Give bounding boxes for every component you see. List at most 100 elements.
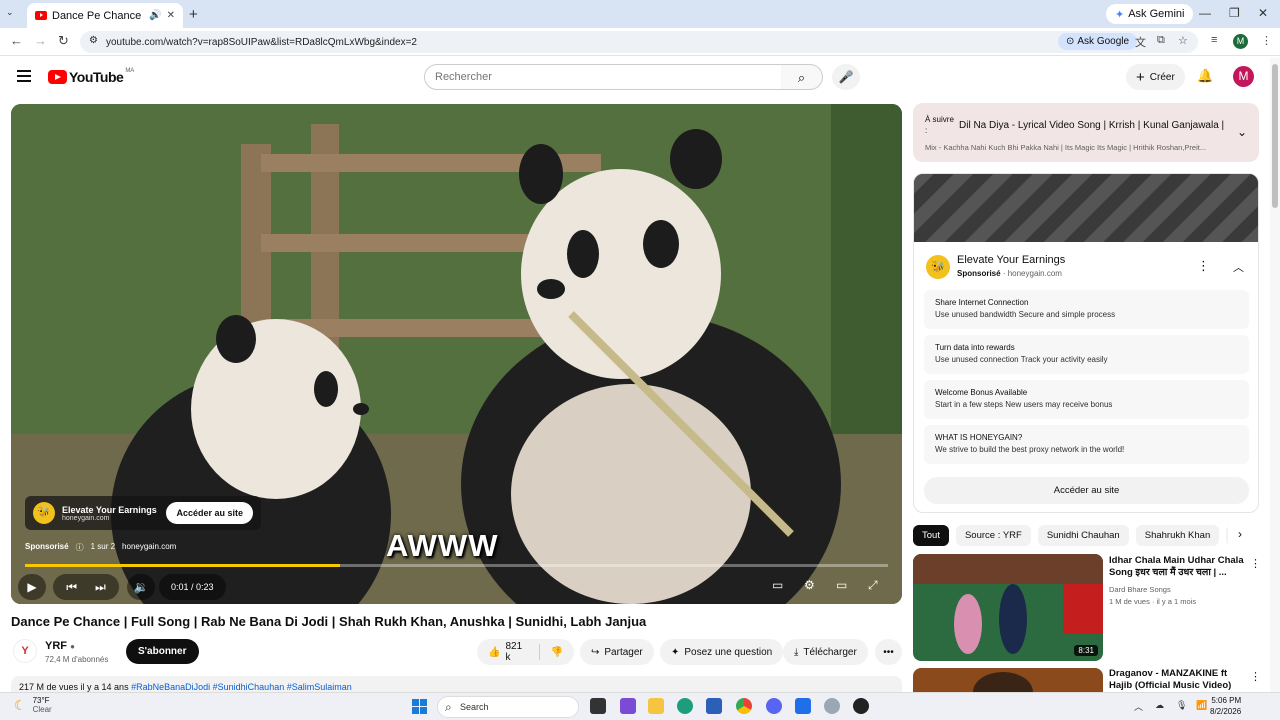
settings-app-icon[interactable] xyxy=(824,698,840,714)
ad-panel-more-icon[interactable]: ⋮ xyxy=(1197,258,1210,274)
page-scrollbar-thumb[interactable] xyxy=(1272,64,1278,208)
like-icon[interactable]: 👍 xyxy=(488,647,500,658)
ad-panel-collapse-icon[interactable]: ︿ xyxy=(1233,259,1244,275)
reload-icon[interactable]: ↻ xyxy=(58,33,69,49)
install-app-icon[interactable]: ⧉ xyxy=(1157,34,1165,47)
tab-close-icon[interactable]: ✕ xyxy=(167,10,175,21)
tray-overflow-icon[interactable]: ︿ xyxy=(1134,700,1143,713)
share-button[interactable]: ↪ Partager xyxy=(580,639,654,665)
description-box[interactable]: 217 M de vues il y a 14 ans #RabNeBanaDi… xyxy=(11,676,902,692)
tab-audio-icon[interactable]: 🔊 xyxy=(149,10,161,21)
create-button[interactable]: + Créer xyxy=(1126,64,1185,90)
browser-profile-avatar[interactable]: M xyxy=(1233,34,1248,49)
clock-time: 5:06 PM xyxy=(1211,696,1242,705)
search-input[interactable]: Rechercher xyxy=(424,64,782,90)
task-view-icon[interactable] xyxy=(590,698,606,714)
more-actions-button[interactable]: ••• xyxy=(875,639,902,665)
ask-google-button[interactable]: ⊙ Ask Google xyxy=(1058,33,1138,50)
chip-shahrukh[interactable]: Shahrukh Khan xyxy=(1135,525,1220,546)
ad-banner-image[interactable] xyxy=(914,174,1258,242)
chips-next-icon[interactable]: › xyxy=(1238,527,1242,541)
description-tags[interactable]: #RabNeBanaDiJodi #SunidhiChauhan #SalimS… xyxy=(131,682,352,692)
ad-feature-item[interactable]: Welcome Bonus Available Start in a few s… xyxy=(924,380,1249,419)
ad-visit-site-button[interactable]: Accéder au site xyxy=(166,502,253,524)
new-tab-icon[interactable]: + xyxy=(189,6,198,23)
subtitles-icon[interactable]: ▭ xyxy=(772,578,783,592)
tab-search-icon[interactable]: ⌄ xyxy=(6,7,14,18)
dislike-icon[interactable]: 👎 xyxy=(551,647,563,658)
bookmark-star-icon[interactable]: ☆ xyxy=(1178,34,1188,47)
notifications-bell-icon[interactable]: 🔔 xyxy=(1197,68,1213,84)
youtube-logo[interactable]: YouTube MA xyxy=(48,68,134,85)
subscriber-count: 72,4 M d'abonnés xyxy=(45,655,109,664)
restore-icon[interactable]: ❐ xyxy=(1229,6,1240,20)
discord-app-icon[interactable] xyxy=(766,698,782,714)
file-explorer-icon[interactable] xyxy=(648,698,664,714)
recommendation-more-icon[interactable]: ⋮ xyxy=(1250,557,1261,570)
next-icon[interactable]: ⏭ xyxy=(95,580,106,595)
store-app-icon[interactable] xyxy=(706,698,722,714)
video-player[interactable]: 🐝 Elevate Your Earnings honeygain.com Ac… xyxy=(11,104,902,604)
ad-overlay-card[interactable]: 🐝 Elevate Your Earnings honeygain.com Ac… xyxy=(25,496,261,530)
recommendation-thumbnail[interactable]: 8:31 xyxy=(913,554,1103,661)
taskbar-search[interactable]: Search xyxy=(437,696,579,718)
recommendation-channel[interactable]: Dard Bhare Songs xyxy=(1109,585,1171,594)
reading-list-icon[interactable]: ≡ xyxy=(1211,34,1217,46)
recommendation-more-icon[interactable]: ⋮ xyxy=(1250,670,1261,683)
honeygain-panel-logo-icon: 🐝 xyxy=(926,255,950,279)
microphone-tray-icon[interactable]: 🎙 xyxy=(1176,700,1187,711)
fullscreen-icon[interactable]: ⤢ xyxy=(868,578,878,593)
weather-widget[interactable]: ☾ 73°F Clear xyxy=(14,696,52,714)
ask-gemini-button[interactable]: ✦ Ask Gemini xyxy=(1106,4,1194,24)
theater-mode-icon[interactable]: ▭ xyxy=(836,578,847,592)
recommendation-title[interactable]: Idhar Chala Main Udhar Chala Song इधर चल… xyxy=(1109,555,1245,579)
download-button[interactable]: ⤓ Télécharger xyxy=(783,639,868,665)
ad-meta-domain[interactable]: honeygain.com xyxy=(122,542,176,553)
remote-desktop-icon[interactable] xyxy=(795,698,811,714)
channel-avatar[interactable]: Y xyxy=(13,639,37,663)
play-button[interactable]: ▶ xyxy=(18,574,46,600)
address-bar[interactable]: ⚙ youtube.com/watch?v=rap8SoUIPaw&list=R… xyxy=(80,31,1198,53)
like-count[interactable]: 821 k xyxy=(505,641,527,663)
back-icon[interactable]: ← xyxy=(10,33,23,48)
browser-tab[interactable]: Dance Pe Chance | Full Son 🔊 ✕ xyxy=(27,3,183,28)
wifi-icon[interactable]: 📶 xyxy=(1196,700,1207,711)
settings-gear-icon[interactable]: ⚙ xyxy=(804,578,815,592)
channel-name[interactable]: YRF ● xyxy=(45,640,75,652)
ad-panel-visit-site-button[interactable]: Accéder au site xyxy=(924,477,1249,504)
forward-icon[interactable]: → xyxy=(34,33,47,48)
ad-feature-item[interactable]: WHAT IS HONEYGAIN? We strive to build th… xyxy=(924,425,1249,464)
chip-music[interactable]: Mu xyxy=(1226,525,1228,546)
windows-start-icon[interactable] xyxy=(412,699,427,714)
window-close-icon[interactable]: ✕ xyxy=(1258,6,1268,20)
up-next-panel[interactable]: À suivre : Dil Na Diya - Lyrical Video S… xyxy=(913,103,1259,162)
expand-chevron-icon[interactable]: ⌄ xyxy=(1237,125,1247,139)
volume-button[interactable]: 🔉 xyxy=(127,574,155,600)
widgets-app-icon[interactable] xyxy=(620,698,636,714)
onedrive-icon[interactable]: ☁ xyxy=(1155,700,1164,711)
recommendation-thumbnail[interactable] xyxy=(913,668,1103,692)
browser-menu-icon[interactable]: ⋮ xyxy=(1261,34,1272,47)
search-button[interactable]: ⌕ xyxy=(781,64,823,90)
recommendation-title[interactable]: Draganov - MANZAKINE ft Hajib (Official … xyxy=(1109,668,1245,692)
translate-icon[interactable]: 文 xyxy=(1135,34,1146,50)
ad-panel-name[interactable]: Elevate Your Earnings xyxy=(957,254,1065,266)
ad-feature-item[interactable]: Share Internet Connection Use unused ban… xyxy=(924,290,1249,329)
chip-all[interactable]: Tout xyxy=(913,525,949,546)
chrome-browser-icon[interactable] xyxy=(736,698,752,714)
media-app-icon[interactable] xyxy=(853,698,869,714)
subscribe-button[interactable]: S'abonner xyxy=(126,639,199,664)
chip-source[interactable]: Source : YRF xyxy=(955,525,1031,546)
minimize-icon[interactable]: — xyxy=(1199,6,1211,20)
previous-icon[interactable]: ⏮ xyxy=(66,580,77,595)
ad-feature-item[interactable]: Turn data into rewards Use unused connec… xyxy=(924,335,1249,374)
menu-hamburger-icon[interactable] xyxy=(17,70,31,82)
chip-sunidhi[interactable]: Sunidhi Chauhan xyxy=(1037,525,1129,546)
system-clock[interactable]: 5:06 PM 8/2/2026 xyxy=(1210,695,1241,717)
ad-info-icon[interactable]: ⓘ xyxy=(76,542,84,553)
account-avatar[interactable]: M xyxy=(1233,66,1254,87)
voice-search-button[interactable]: 🎤 xyxy=(832,64,860,90)
edge-browser-icon[interactable] xyxy=(677,698,693,714)
ask-question-button[interactable]: ✦ Posez une question xyxy=(660,639,784,665)
site-info-icon[interactable]: ⚙ xyxy=(89,35,98,46)
